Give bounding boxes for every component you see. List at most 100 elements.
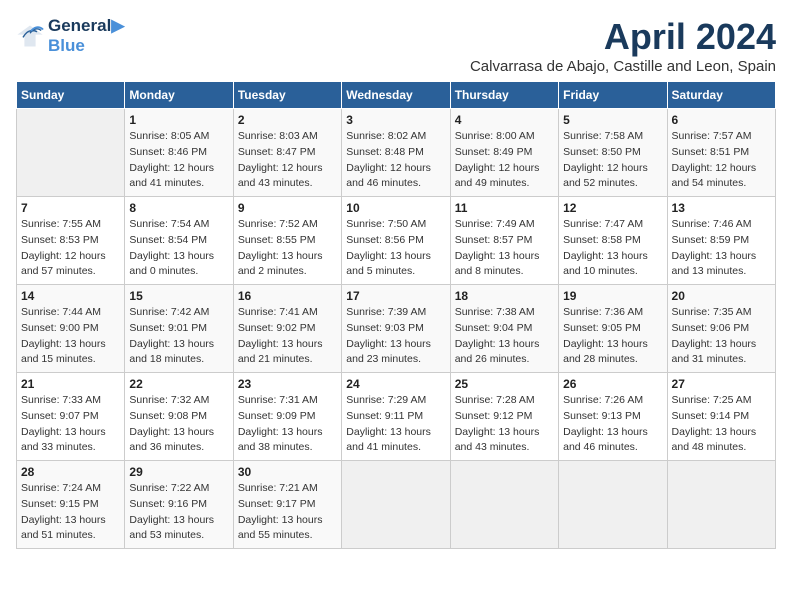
calendar-day-cell: 22Sunrise: 7:32 AM Sunset: 9:08 PM Dayli… xyxy=(125,373,233,461)
calendar-day-cell: 20 Sunrise: 7:35 AM Sunset: 9:06 PM Dayli… xyxy=(667,285,775,373)
calendar-day-cell xyxy=(342,461,450,549)
calendar-day-header: Thursday xyxy=(450,82,558,109)
calendar-day-cell: 7 Sunrise: 7:55 AM Sunset: 8:53 PM Daylig… xyxy=(17,197,125,285)
day-info: Sunrise: 7:47 AM Sunset: 8:58 PM Dayligh… xyxy=(563,217,662,280)
day-info: Sunrise: 7:26 AM Sunset: 9:13 PM Dayligh… xyxy=(563,393,662,456)
calendar-day-cell: 3 Sunrise: 8:02 AM Sunset: 8:48 PM Daylig… xyxy=(342,109,450,197)
day-info: Sunrise: 7:33 AM Sunset: 9:07 PM Dayligh… xyxy=(21,393,120,456)
day-info: Sunrise: 7:54 AM Sunset: 8:54 PM Dayligh… xyxy=(129,217,228,280)
calendar-day-cell: 19 Sunrise: 7:36 AM Sunset: 9:05 PM Dayli… xyxy=(559,285,667,373)
calendar-day-cell: 26 Sunrise: 7:26 AM Sunset: 9:13 PM Dayli… xyxy=(559,373,667,461)
calendar-title: April 2024 xyxy=(470,16,776,58)
day-info: Sunrise: 7:38 AM Sunset: 9:04 PM Dayligh… xyxy=(455,305,554,368)
calendar-day-cell xyxy=(559,461,667,549)
day-number: 20 xyxy=(672,289,771,303)
logo-bird-icon xyxy=(16,22,44,50)
day-info: Sunrise: 7:52 AM Sunset: 8:55 PM Dayligh… xyxy=(238,217,337,280)
calendar-day-cell xyxy=(667,461,775,549)
day-number: 13 xyxy=(672,201,771,215)
calendar-day-cell: 5Sunrise: 7:58 AM Sunset: 8:50 PM Daylig… xyxy=(559,109,667,197)
day-info: Sunrise: 7:36 AM Sunset: 9:05 PM Dayligh… xyxy=(563,305,662,368)
day-info: Sunrise: 7:22 AM Sunset: 9:16 PM Dayligh… xyxy=(129,481,228,544)
calendar-day-cell: 16 Sunrise: 7:41 AM Sunset: 9:02 PM Dayli… xyxy=(233,285,341,373)
day-info: Sunrise: 7:42 AM Sunset: 9:01 PM Dayligh… xyxy=(129,305,228,368)
day-info: Sunrise: 7:25 AM Sunset: 9:14 PM Dayligh… xyxy=(672,393,771,456)
day-number: 7 xyxy=(21,201,120,215)
calendar-day-cell: 27 Sunrise: 7:25 AM Sunset: 9:14 PM Dayli… xyxy=(667,373,775,461)
calendar-day-cell: 1 Sunrise: 8:05 AM Sunset: 8:46 PM Daylig… xyxy=(125,109,233,197)
calendar-week-row: 21 Sunrise: 7:33 AM Sunset: 9:07 PM Dayli… xyxy=(17,373,776,461)
calendar-day-cell: 14 Sunrise: 7:44 AM Sunset: 9:00 PM Dayli… xyxy=(17,285,125,373)
calendar-day-cell: 15 Sunrise: 7:42 AM Sunset: 9:01 PM Dayli… xyxy=(125,285,233,373)
calendar-day-cell: 24 Sunrise: 7:29 AM Sunset: 9:11 PM Dayli… xyxy=(342,373,450,461)
day-number: 14 xyxy=(21,289,120,303)
day-number: 18 xyxy=(455,289,554,303)
day-number: 6 xyxy=(672,113,771,127)
day-number: 22 xyxy=(129,377,228,391)
day-number: 26 xyxy=(563,377,662,391)
day-number: 16 xyxy=(238,289,337,303)
day-info: Sunrise: 7:44 AM Sunset: 9:00 PM Dayligh… xyxy=(21,305,120,368)
calendar-day-cell: 21 Sunrise: 7:33 AM Sunset: 9:07 PM Dayli… xyxy=(17,373,125,461)
calendar-day-cell: 18 Sunrise: 7:38 AM Sunset: 9:04 PM Dayli… xyxy=(450,285,558,373)
day-number: 8 xyxy=(129,201,228,215)
day-info: Sunrise: 7:29 AM Sunset: 9:11 PM Dayligh… xyxy=(346,393,445,456)
calendar-day-header: Wednesday xyxy=(342,82,450,109)
day-number: 2 xyxy=(238,113,337,127)
day-number: 19 xyxy=(563,289,662,303)
calendar-day-cell: 6 Sunrise: 7:57 AM Sunset: 8:51 PM Daylig… xyxy=(667,109,775,197)
calendar-table: SundayMondayTuesdayWednesdayThursdayFrid… xyxy=(16,81,776,549)
day-info: Sunrise: 7:39 AM Sunset: 9:03 PM Dayligh… xyxy=(346,305,445,368)
day-number: 24 xyxy=(346,377,445,391)
calendar-header-row: SundayMondayTuesdayWednesdayThursdayFrid… xyxy=(17,82,776,109)
calendar-week-row: 7 Sunrise: 7:55 AM Sunset: 8:53 PM Daylig… xyxy=(17,197,776,285)
day-info: Sunrise: 7:50 AM Sunset: 8:56 PM Dayligh… xyxy=(346,217,445,280)
day-number: 15 xyxy=(129,289,228,303)
calendar-day-cell: 29 Sunrise: 7:22 AM Sunset: 9:16 PM Dayli… xyxy=(125,461,233,549)
day-info: Sunrise: 7:46 AM Sunset: 8:59 PM Dayligh… xyxy=(672,217,771,280)
day-number: 11 xyxy=(455,201,554,215)
calendar-day-header: Monday xyxy=(125,82,233,109)
header: General▶ Blue April 2024 Calvarrasa de A… xyxy=(16,16,776,75)
day-number: 23 xyxy=(238,377,337,391)
day-info: Sunrise: 8:05 AM Sunset: 8:46 PM Dayligh… xyxy=(129,129,228,192)
day-number: 4 xyxy=(455,113,554,127)
day-info: Sunrise: 7:55 AM Sunset: 8:53 PM Dayligh… xyxy=(21,217,120,280)
day-number: 12 xyxy=(563,201,662,215)
calendar-day-cell: 8 Sunrise: 7:54 AM Sunset: 8:54 PM Daylig… xyxy=(125,197,233,285)
calendar-day-cell: 12 Sunrise: 7:47 AM Sunset: 8:58 PM Dayli… xyxy=(559,197,667,285)
calendar-day-header: Tuesday xyxy=(233,82,341,109)
day-info: Sunrise: 7:49 AM Sunset: 8:57 PM Dayligh… xyxy=(455,217,554,280)
title-block: April 2024 Calvarrasa de Abajo, Castille… xyxy=(470,16,776,75)
day-number: 3 xyxy=(346,113,445,127)
day-info: Sunrise: 7:31 AM Sunset: 9:09 PM Dayligh… xyxy=(238,393,337,456)
day-info: Sunrise: 8:03 AM Sunset: 8:47 PM Dayligh… xyxy=(238,129,337,192)
day-info: Sunrise: 7:57 AM Sunset: 8:51 PM Dayligh… xyxy=(672,129,771,192)
day-info: Sunrise: 7:58 AM Sunset: 8:50 PM Dayligh… xyxy=(563,129,662,192)
calendar-day-cell: 30Sunrise: 7:21 AM Sunset: 9:17 PM Dayli… xyxy=(233,461,341,549)
logo: General▶ Blue xyxy=(16,16,124,57)
day-info: Sunrise: 8:00 AM Sunset: 8:49 PM Dayligh… xyxy=(455,129,554,192)
calendar-day-cell xyxy=(17,109,125,197)
day-number: 29 xyxy=(129,465,228,479)
day-number: 27 xyxy=(672,377,771,391)
day-info: Sunrise: 7:21 AM Sunset: 9:17 PM Dayligh… xyxy=(238,481,337,544)
calendar-day-cell: 4 Sunrise: 8:00 AM Sunset: 8:49 PM Daylig… xyxy=(450,109,558,197)
day-info: Sunrise: 7:35 AM Sunset: 9:06 PM Dayligh… xyxy=(672,305,771,368)
day-number: 1 xyxy=(129,113,228,127)
calendar-week-row: 1 Sunrise: 8:05 AM Sunset: 8:46 PM Daylig… xyxy=(17,109,776,197)
day-number: 17 xyxy=(346,289,445,303)
day-info: Sunrise: 7:41 AM Sunset: 9:02 PM Dayligh… xyxy=(238,305,337,368)
day-number: 10 xyxy=(346,201,445,215)
calendar-day-cell xyxy=(450,461,558,549)
day-info: Sunrise: 7:28 AM Sunset: 9:12 PM Dayligh… xyxy=(455,393,554,456)
day-number: 28 xyxy=(21,465,120,479)
calendar-day-cell: 10 Sunrise: 7:50 AM Sunset: 8:56 PM Dayli… xyxy=(342,197,450,285)
day-info: Sunrise: 8:02 AM Sunset: 8:48 PM Dayligh… xyxy=(346,129,445,192)
day-number: 21 xyxy=(21,377,120,391)
calendar-day-cell: 23 Sunrise: 7:31 AM Sunset: 9:09 PM Dayli… xyxy=(233,373,341,461)
calendar-day-cell: 11 Sunrise: 7:49 AM Sunset: 8:57 PM Dayli… xyxy=(450,197,558,285)
logo-text: General▶ Blue xyxy=(48,16,124,57)
day-number: 25 xyxy=(455,377,554,391)
calendar-day-header: Sunday xyxy=(17,82,125,109)
